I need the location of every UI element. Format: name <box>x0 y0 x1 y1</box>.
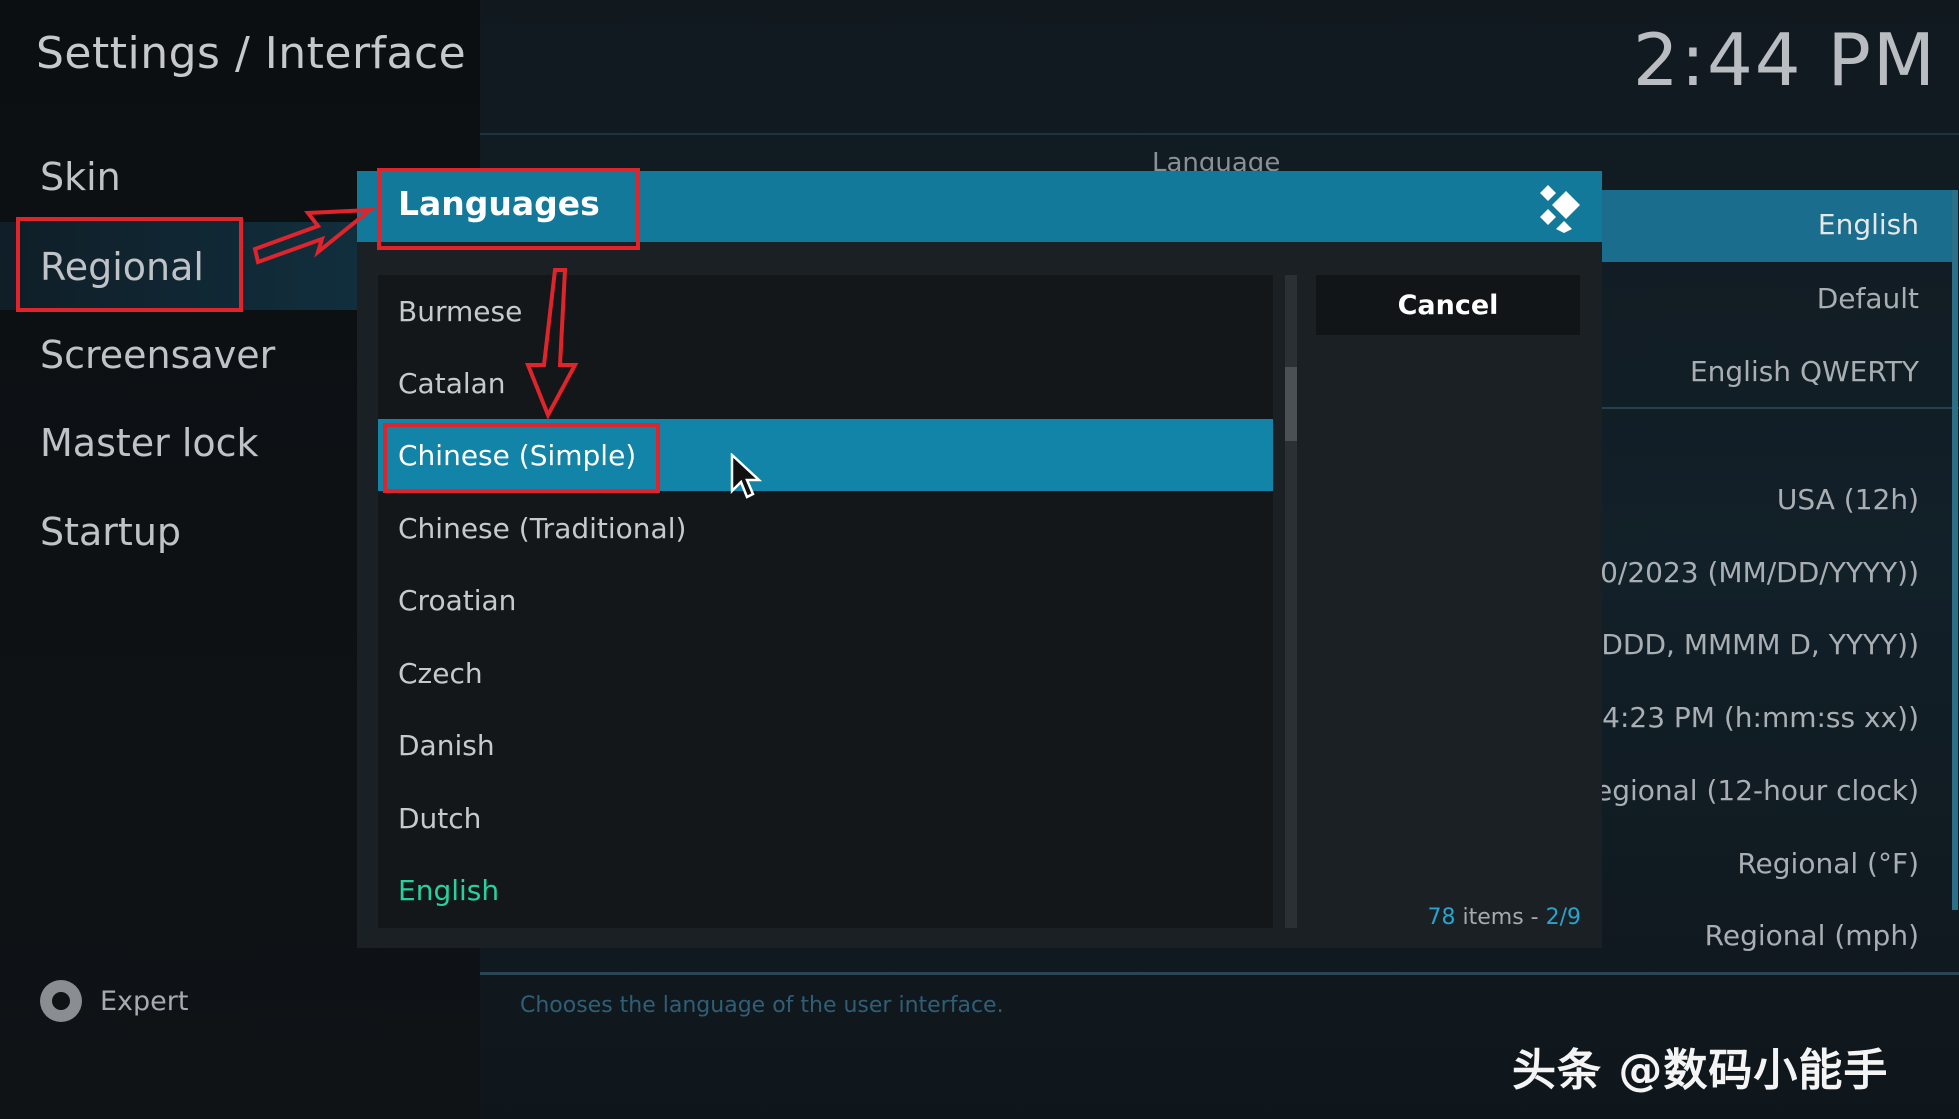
annotation-arrows <box>252 207 579 420</box>
annotation-arrow-down <box>525 268 579 420</box>
annotation-arrow-right <box>252 207 377 265</box>
mouse-cursor-icon <box>730 453 762 499</box>
watermark: 头条 @数码小能手 <box>1512 1045 1889 1096</box>
